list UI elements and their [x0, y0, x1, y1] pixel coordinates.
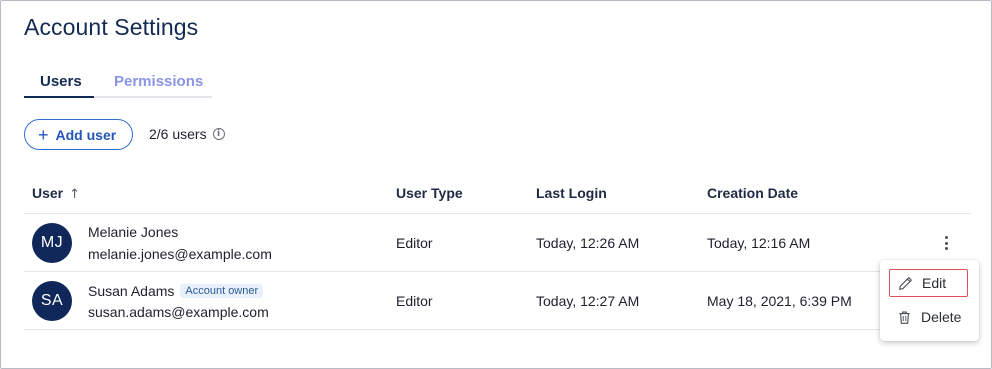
column-header-last-login[interactable]: Last Login — [536, 185, 607, 201]
delete-menu-item[interactable]: Delete — [889, 303, 968, 331]
arrow-up-icon: ↑ — [69, 187, 81, 202]
row-divider — [24, 329, 971, 330]
row-actions-menu: Edit Delete — [880, 260, 979, 341]
column-header-user[interactable]: User ↑ — [32, 185, 80, 202]
user-name-text: Melanie Jones — [88, 224, 179, 240]
column-header-creation-date[interactable]: Creation Date — [707, 185, 798, 201]
page-title: Account Settings — [24, 14, 199, 40]
pencil-icon — [899, 276, 912, 290]
user-name: Melanie Jones — [88, 224, 178, 240]
add-user-button[interactable]: + Add user — [24, 119, 133, 150]
user-email: melanie.jones@example.com — [88, 246, 272, 262]
header-divider — [24, 213, 971, 214]
tab-bar: Users Permissions — [24, 70, 212, 98]
user-type-cell: Editor — [396, 293, 433, 309]
user-name: Susan Adams Account owner — [88, 283, 264, 299]
tab-users[interactable]: Users — [24, 70, 94, 98]
user-count-text: 2/6 users — [149, 126, 207, 142]
delete-label: Delete — [921, 309, 962, 325]
column-header-user-label: User — [32, 185, 64, 201]
tab-permissions[interactable]: Permissions — [94, 70, 212, 98]
avatar: MJ — [32, 223, 72, 263]
user-count: 2/6 users i — [149, 126, 225, 142]
user-type-cell: Editor — [396, 235, 433, 251]
more-vertical-icon[interactable] — [939, 234, 953, 252]
last-login-cell: Today, 12:27 AM — [536, 293, 640, 309]
row-divider — [24, 271, 971, 272]
trash-icon — [899, 311, 910, 324]
last-login-cell: Today, 12:26 AM — [536, 235, 640, 251]
edit-menu-item[interactable]: Edit — [889, 269, 968, 297]
add-user-label: Add user — [55, 126, 117, 143]
user-email: susan.adams@example.com — [88, 304, 269, 320]
plus-icon: + — [38, 124, 49, 145]
info-icon[interactable]: i — [212, 128, 225, 140]
user-name-text: Susan Adams — [88, 283, 175, 299]
column-header-user-type[interactable]: User Type — [396, 185, 463, 201]
edit-label: Edit — [922, 275, 947, 291]
avatar: SA — [32, 281, 72, 321]
account-owner-badge: Account owner — [180, 284, 264, 298]
creation-date-cell: Today, 12:16 AM — [707, 235, 811, 251]
creation-date-cell: May 18, 2021, 6:39 PM — [707, 293, 852, 309]
